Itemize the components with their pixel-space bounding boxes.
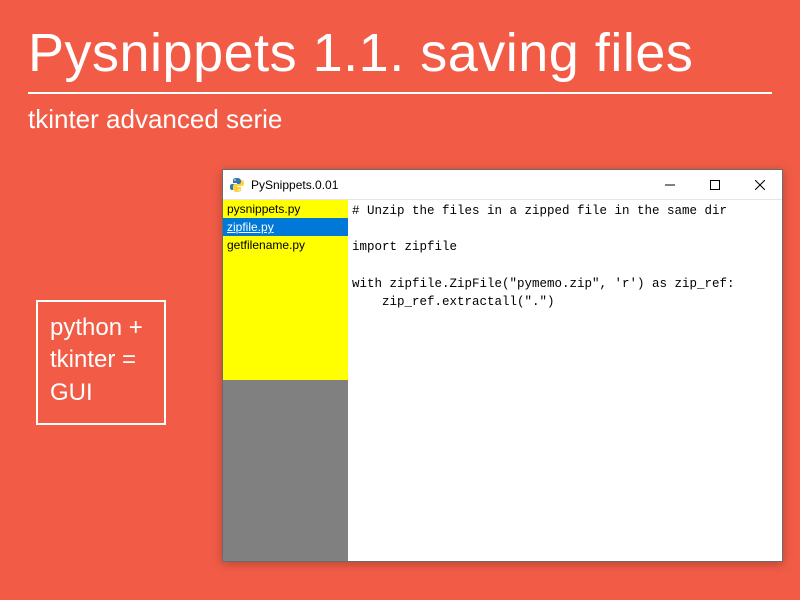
- page-subtitle: tkinter advanced serie: [0, 94, 800, 135]
- window-controls: [647, 170, 782, 199]
- app-window: PySnippets.0.01 pysnippets.py zipfile.py…: [222, 169, 783, 562]
- file-list[interactable]: pysnippets.py zipfile.py getfilename.py: [223, 200, 348, 380]
- window-titlebar[interactable]: PySnippets.0.01: [223, 170, 782, 200]
- close-button[interactable]: [737, 170, 782, 199]
- client-area: pysnippets.py zipfile.py getfilename.py …: [223, 200, 782, 561]
- code-editor[interactable]: # Unzip the files in a zipped file in th…: [348, 200, 782, 561]
- window-title: PySnippets.0.01: [251, 178, 338, 192]
- side-caption-line: GUI: [50, 377, 152, 409]
- file-item[interactable]: pysnippets.py: [223, 200, 348, 218]
- side-caption-box: python + tkinter = GUI: [36, 300, 166, 425]
- file-item[interactable]: getfilename.py: [223, 236, 348, 254]
- maximize-button[interactable]: [692, 170, 737, 199]
- file-item[interactable]: zipfile.py: [223, 218, 348, 236]
- side-caption-line: python +: [50, 312, 152, 344]
- sidebar: pysnippets.py zipfile.py getfilename.py: [223, 200, 348, 561]
- page-title: Pysnippets 1.1. saving files: [0, 0, 800, 84]
- minimize-button[interactable]: [647, 170, 692, 199]
- side-caption-line: tkinter =: [50, 344, 152, 376]
- python-icon: [229, 177, 245, 193]
